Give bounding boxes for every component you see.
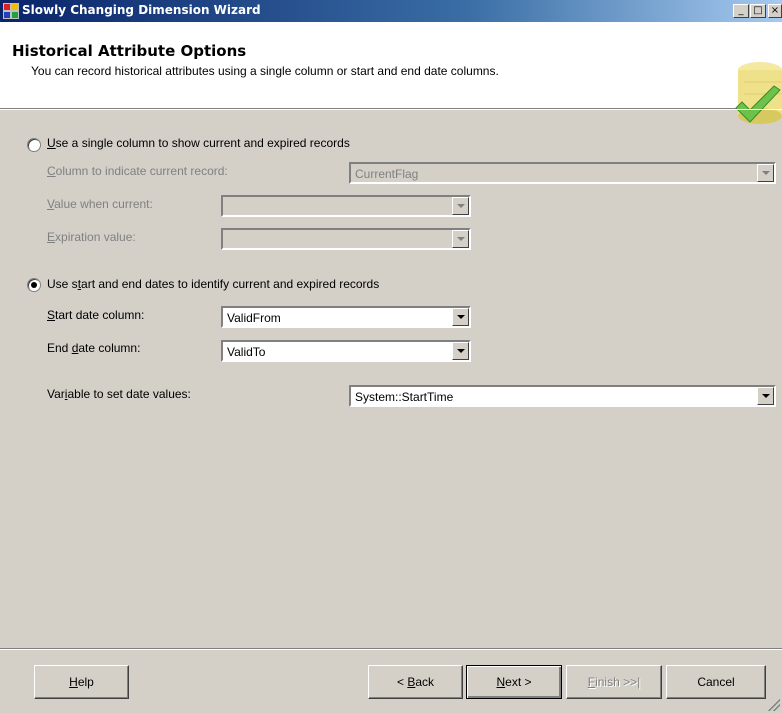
expiration-dropdown[interactable] xyxy=(221,228,471,250)
next-button[interactable]: Next > xyxy=(466,665,562,699)
header-divider xyxy=(0,109,782,110)
value-current-label: Value when current: xyxy=(47,197,153,211)
expiration-label: Expiration value: xyxy=(47,230,136,244)
page-subtitle: You can record historical attributes usi… xyxy=(31,64,499,78)
close-button[interactable]: × xyxy=(768,4,782,18)
chevron-down-icon[interactable] xyxy=(757,387,774,405)
current-record-label: Column to indicate current record: xyxy=(47,164,228,178)
minimize-button[interactable]: _ xyxy=(733,4,749,18)
maximize-button[interactable]: □ xyxy=(750,4,766,18)
date-range-label[interactable]: Use start and end dates to identify curr… xyxy=(47,277,379,291)
resize-grip-icon[interactable] xyxy=(768,699,780,711)
variable-label: Variable to set date values: xyxy=(47,387,191,401)
current-record-dropdown[interactable]: CurrentFlag xyxy=(349,162,776,184)
database-check-icon xyxy=(735,62,782,124)
end-date-label: End date column: xyxy=(47,341,141,355)
end-date-dropdown[interactable]: ValidTo xyxy=(221,340,471,362)
cancel-button[interactable]: Cancel xyxy=(666,665,766,699)
app-icon xyxy=(3,3,19,19)
finish-button[interactable]: Finish >>| xyxy=(566,665,662,699)
start-date-label: Start date column: xyxy=(47,308,145,322)
date-range-radio[interactable] xyxy=(27,278,41,292)
page-title: Historical Attribute Options xyxy=(12,42,247,60)
start-date-value: ValidFrom xyxy=(227,311,281,325)
single-column-label[interactable]: Use a single column to show current and … xyxy=(47,136,350,150)
chevron-down-icon xyxy=(452,230,469,248)
chevron-down-icon xyxy=(452,197,469,215)
single-column-radio[interactable] xyxy=(27,138,41,152)
back-button[interactable]: < Back xyxy=(368,665,463,699)
variable-dropdown[interactable]: System::StartTime xyxy=(349,385,776,407)
value-current-dropdown[interactable] xyxy=(221,195,471,217)
start-date-dropdown[interactable]: ValidFrom xyxy=(221,306,471,328)
help-button[interactable]: Help xyxy=(34,665,129,699)
variable-value: System::StartTime xyxy=(355,390,454,404)
chevron-down-icon[interactable] xyxy=(452,342,469,360)
chevron-down-icon[interactable] xyxy=(452,308,469,326)
title-bar[interactable]: Slowly Changing Dimension Wizard _ □ × xyxy=(0,0,782,22)
footer-divider-highlight xyxy=(0,649,782,650)
current-record-value: CurrentFlag xyxy=(355,167,419,181)
chevron-down-icon xyxy=(757,164,774,182)
wizard-header: Historical Attribute Options You can rec… xyxy=(0,22,782,124)
wizard-window: Slowly Changing Dimension Wizard _ □ × H… xyxy=(0,0,782,713)
end-date-value: ValidTo xyxy=(227,345,266,359)
window-title: Slowly Changing Dimension Wizard xyxy=(22,3,261,17)
